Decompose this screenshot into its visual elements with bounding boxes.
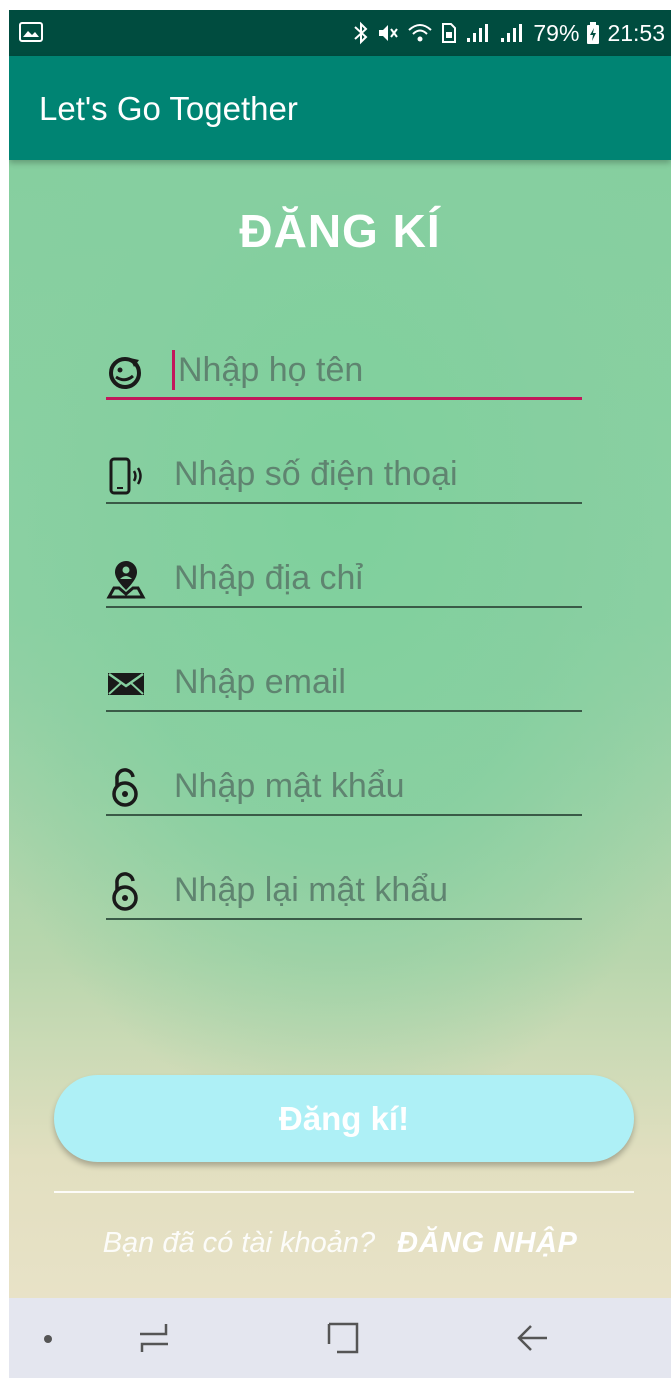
text-cursor bbox=[172, 350, 175, 390]
home-icon[interactable] bbox=[325, 1318, 361, 1358]
login-prompt: Bạn đã có tài khoản? ĐĂNG NHẬP bbox=[9, 1227, 671, 1260]
full-name-placeholder: Nhập họ tên bbox=[178, 351, 364, 389]
confirm-password-field[interactable]: Nhập lại mật khẩu bbox=[106, 858, 582, 920]
register-button[interactable]: Đăng kí! bbox=[54, 1075, 634, 1162]
address-placeholder: Nhập địa chỉ bbox=[174, 559, 364, 597]
phone-screen: 79% 21:53 Let's Go Together ĐĂNG KÍ Nhập… bbox=[9, 10, 671, 1378]
recents-icon[interactable] bbox=[136, 1318, 172, 1358]
password-field[interactable]: Nhập mật khẩu bbox=[106, 754, 582, 816]
lock-open-icon bbox=[112, 768, 138, 807]
mute-icon bbox=[379, 25, 399, 41]
phone-field[interactable]: Nhập số điện thoại bbox=[106, 442, 582, 504]
status-icons: 79% 21:53 bbox=[353, 10, 665, 56]
phone-ringing-icon bbox=[109, 457, 142, 495]
status-bar: 79% 21:53 bbox=[9, 10, 671, 56]
field-underline bbox=[106, 918, 582, 920]
bluetooth-icon bbox=[354, 21, 368, 45]
location-person-icon bbox=[106, 561, 146, 599]
email-field[interactable]: Nhập email bbox=[106, 650, 582, 712]
login-link[interactable]: ĐĂNG NHẬP bbox=[397, 1227, 577, 1259]
field-underline bbox=[106, 814, 582, 816]
confirm-password-placeholder: Nhập lại mật khẩu bbox=[174, 871, 449, 909]
face-refresh-icon bbox=[109, 357, 141, 389]
phone-placeholder: Nhập số điện thoại bbox=[174, 455, 458, 493]
password-placeholder: Nhập mật khẩu bbox=[174, 767, 405, 805]
field-underline bbox=[106, 710, 582, 712]
register-button-label: Đăng kí! bbox=[278, 1100, 410, 1137]
full-name-field[interactable]: Nhập họ tên bbox=[106, 338, 582, 400]
field-underline bbox=[106, 397, 582, 400]
battery-icon bbox=[587, 22, 600, 44]
system-nav-bar bbox=[9, 1298, 671, 1378]
signal-icon bbox=[467, 24, 489, 42]
app-title: Let's Go Together bbox=[39, 90, 298, 127]
divider bbox=[54, 1191, 634, 1193]
image-icon bbox=[19, 22, 43, 42]
dot-icon[interactable] bbox=[41, 1318, 55, 1358]
app-bar: Let's Go Together bbox=[9, 56, 671, 160]
register-screen: ĐĂNG KÍ Nhập họ tên Nhập số điện thoại N… bbox=[9, 160, 671, 1298]
lock-open-icon bbox=[112, 872, 138, 911]
battery-percent: 79% bbox=[533, 19, 580, 46]
login-question: Bạn đã có tài khoản? bbox=[102, 1227, 376, 1259]
sim-icon bbox=[442, 23, 457, 43]
email-placeholder: Nhập email bbox=[174, 663, 346, 701]
page-title: ĐĂNG KÍ bbox=[239, 205, 441, 257]
field-underline bbox=[106, 502, 582, 504]
wifi-icon bbox=[408, 24, 433, 42]
address-field[interactable]: Nhập địa chỉ bbox=[106, 546, 582, 608]
mail-icon bbox=[108, 672, 144, 695]
field-underline bbox=[106, 606, 582, 608]
back-icon[interactable] bbox=[515, 1318, 551, 1358]
clock: 21:53 bbox=[607, 19, 665, 46]
signal-icon bbox=[501, 24, 523, 42]
